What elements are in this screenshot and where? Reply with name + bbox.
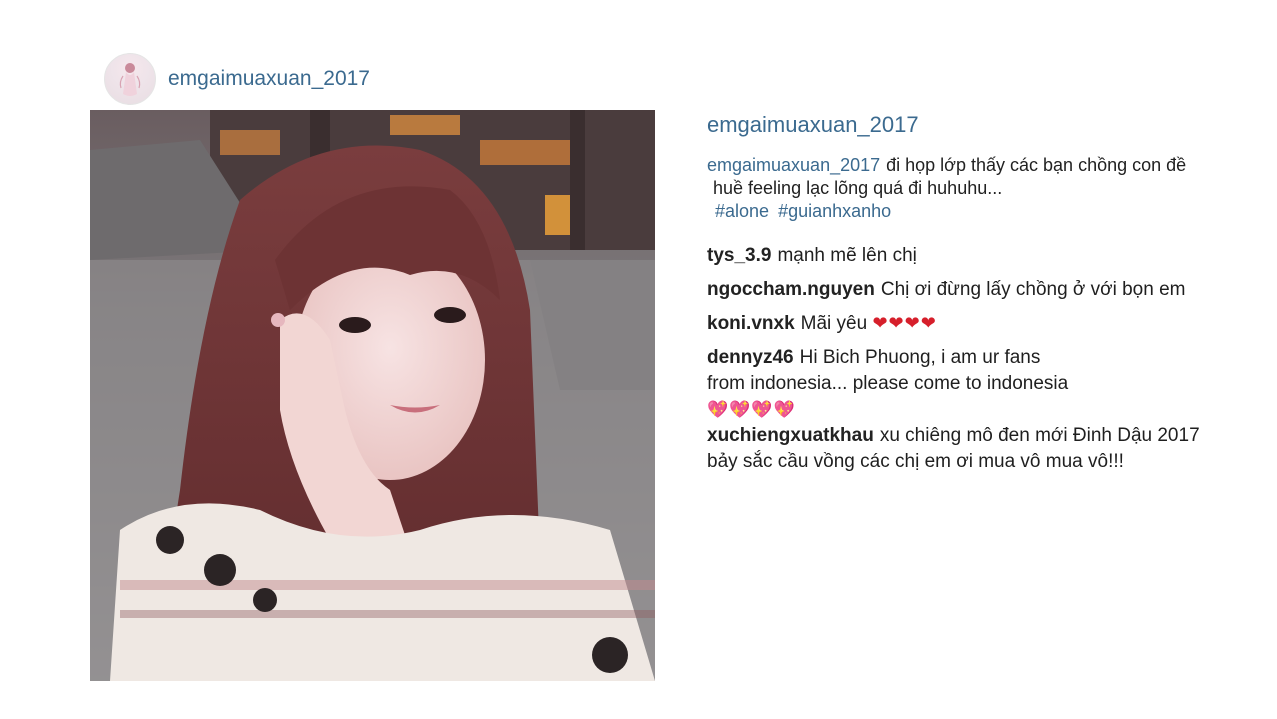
post-header: emgaimuaxuan_2017 (104, 52, 370, 106)
panel-username[interactable]: emgaimuaxuan_2017 (707, 112, 1267, 138)
caption-text-line1: đi họp lớp thấy các bạn chồng con đề (886, 155, 1187, 175)
comment-text: Chị ơi đừng lấy chồng ở với bọn em (880, 279, 1186, 300)
hashtag-alone[interactable]: #alone (715, 201, 769, 221)
avatar[interactable] (104, 53, 156, 105)
comment-item: koni.vnxk Mãi yêu ❤❤❤❤ (707, 311, 1267, 337)
comment-text: Mãi yêu (800, 313, 868, 334)
comment-username[interactable]: dennyz46 (707, 347, 794, 368)
comment-item: dennyz46 Hi Bich Phuong, i am ur fans fro… (707, 345, 1267, 423)
post-caption: emgaimuaxuan_2017 đi họp lớp thấy các bạn… (707, 154, 1267, 223)
comment-text-line2: bảy sắc cầu vồng các chị em ơi mua vô mu… (707, 451, 1124, 472)
comment-text: xu chiêng mô đen mới Đinh Dậu 2017 (879, 425, 1200, 446)
red-heart-emoji-icon: ❤❤❤❤ (872, 313, 937, 334)
comment-text: mạnh mẽ lên chị (777, 245, 917, 266)
comment-text: Hi Bich Phuong, i am ur fans (799, 347, 1041, 368)
caption-hashtags: #alone #guianhxanho (707, 200, 1267, 223)
comment-username[interactable]: xuchiengxuatkhau (707, 425, 874, 446)
comment-text-line2: from indonesia... please come to indones… (707, 373, 1069, 394)
comment-list: tys_3.9 mạnh mẽ lên chị ngoccham.nguyen Ch… (707, 243, 1267, 475)
comment-username[interactable]: tys_3.9 (707, 245, 771, 266)
comment-username[interactable]: ngoccham.nguyen (707, 279, 875, 300)
selfie-photo-image (90, 110, 655, 681)
comment-item: ngoccham.nguyen Chị ơi đừng lấy chồng ở v… (707, 277, 1267, 303)
caption-text-line2: huề feeling lạc lõng quá đi huhuhu... (713, 178, 1003, 198)
comment-item: xuchiengxuatkhau xu chiêng mô đen mới Đin… (707, 423, 1267, 475)
header-username[interactable]: emgaimuaxuan_2017 (168, 67, 370, 91)
post-photo[interactable] (90, 110, 655, 681)
hashtag-guianhxanho[interactable]: #guianhxanho (778, 201, 891, 221)
comment-item: tys_3.9 mạnh mẽ lên chị (707, 243, 1267, 269)
avatar-figure-icon (119, 63, 141, 96)
comment-username[interactable]: koni.vnxk (707, 313, 795, 334)
comments-panel: emgaimuaxuan_2017 emgaimuaxuan_2017 đi họ… (707, 110, 1267, 483)
sparkling-heart-emoji-icon: 💖💖💖💖 (707, 400, 796, 420)
caption-username[interactable]: emgaimuaxuan_2017 (707, 155, 880, 175)
